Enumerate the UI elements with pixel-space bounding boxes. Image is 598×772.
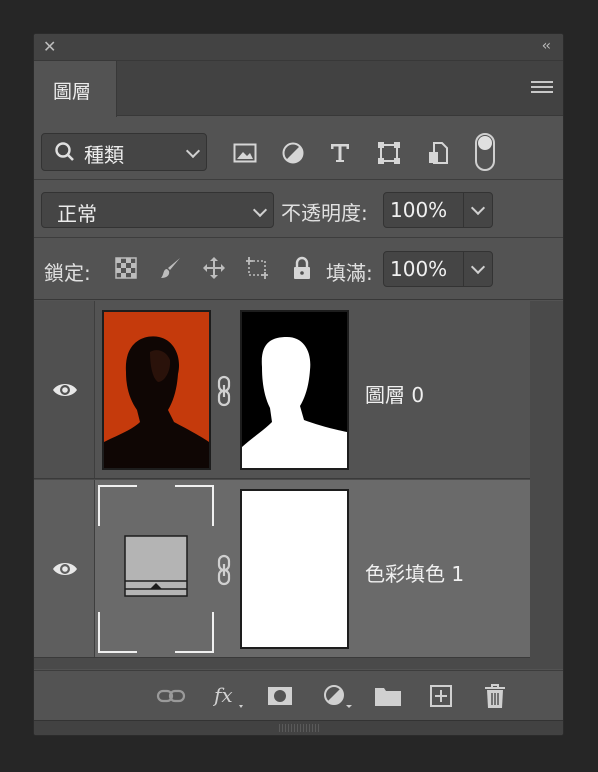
filter-kind-select[interactable]: 種類 (41, 133, 207, 171)
blend-mode-select[interactable]: 正常 (41, 192, 274, 228)
layers-panel: ✕ ‹‹ 圖層 種類 正常 不透明度: 100% 鎖定: 填滿: 100% 圖層… (33, 33, 564, 736)
image-filter-icon[interactable] (233, 141, 257, 165)
fill-label: 填滿: (326, 261, 373, 285)
close-icon[interactable]: ✕ (43, 38, 56, 56)
lock-icon[interactable] (290, 256, 314, 280)
panel-title-bar: ✕ ‹‹ (34, 34, 563, 61)
brush-icon[interactable] (159, 256, 183, 280)
artboard-icon[interactable] (245, 256, 269, 280)
opacity-label: 不透明度: (281, 201, 368, 225)
layer-name[interactable]: 圖層 0 (365, 379, 424, 408)
lock-label: 鎖定: (44, 261, 91, 285)
lock-transparent-pixels-icon[interactable] (114, 256, 138, 280)
layer-thumbnail-photo[interactable] (102, 310, 211, 470)
fill-layer-thumbnail[interactable] (97, 484, 215, 654)
fill-value[interactable]: 100% (390, 257, 447, 281)
mask-icon[interactable] (267, 683, 293, 709)
panel-resize-footer (34, 720, 563, 735)
double-chevron-left-icon[interactable]: ‹‹ (542, 37, 551, 55)
blend-mode-value: 正常 (57, 202, 97, 226)
type-filter-icon[interactable] (328, 141, 352, 165)
filter-kind-value: 種類 (84, 143, 124, 167)
bottom-toolbar: fx (34, 670, 563, 720)
eye-icon[interactable] (52, 559, 78, 579)
link-chain-icon[interactable] (215, 554, 233, 586)
opacity-value[interactable]: 100% (390, 198, 447, 222)
visibility-column (34, 301, 95, 478)
svg-text:fx: fx (213, 683, 233, 707)
shape-filter-icon[interactable] (377, 141, 401, 165)
link-layers-icon[interactable] (156, 683, 186, 709)
fx-icon[interactable]: fx (213, 683, 247, 709)
search-icon (55, 142, 74, 161)
tab-layers[interactable]: 圖層 (34, 61, 117, 117)
visibility-column (34, 480, 95, 657)
scrollbar[interactable] (530, 301, 563, 669)
panel-menu-icon[interactable] (531, 81, 553, 95)
tab-layers-label: 圖層 (53, 81, 92, 103)
new-layer-icon[interactable] (429, 683, 453, 709)
layer-name[interactable]: 色彩填色 1 (365, 558, 464, 587)
eye-icon[interactable] (52, 380, 78, 400)
adjustment-layer-icon[interactable] (322, 683, 354, 709)
chevron-down-icon (252, 202, 268, 218)
layer-mask-thumbnail[interactable] (240, 310, 349, 470)
chevron-down-icon[interactable] (470, 259, 486, 275)
chevron-down-icon (185, 143, 201, 159)
resize-grip[interactable] (279, 724, 319, 732)
layer-row[interactable]: 圖層 0 (34, 301, 532, 479)
group-folder-icon[interactable] (374, 683, 402, 709)
move-icon[interactable] (202, 256, 226, 280)
adjustment-filter-icon[interactable] (281, 141, 305, 165)
link-chain-icon[interactable] (215, 375, 233, 407)
smart-object-filter-icon[interactable] (426, 141, 450, 165)
chevron-down-icon[interactable] (470, 200, 486, 216)
tab-row: 圖層 (34, 61, 563, 117)
fill-field[interactable]: 100% (383, 251, 493, 287)
layers-list: 圖層 0 色彩填色 1 (34, 301, 563, 669)
layer-mask-thumbnail[interactable] (240, 489, 349, 649)
trash-icon[interactable] (484, 683, 506, 709)
blend-row: 正常 不透明度: 100% (34, 180, 563, 238)
opacity-field[interactable]: 100% (383, 192, 493, 228)
filter-row: 種類 (34, 117, 563, 180)
filter-toggle[interactable] (475, 133, 495, 171)
layer-row[interactable]: 色彩填色 1 (34, 480, 532, 658)
